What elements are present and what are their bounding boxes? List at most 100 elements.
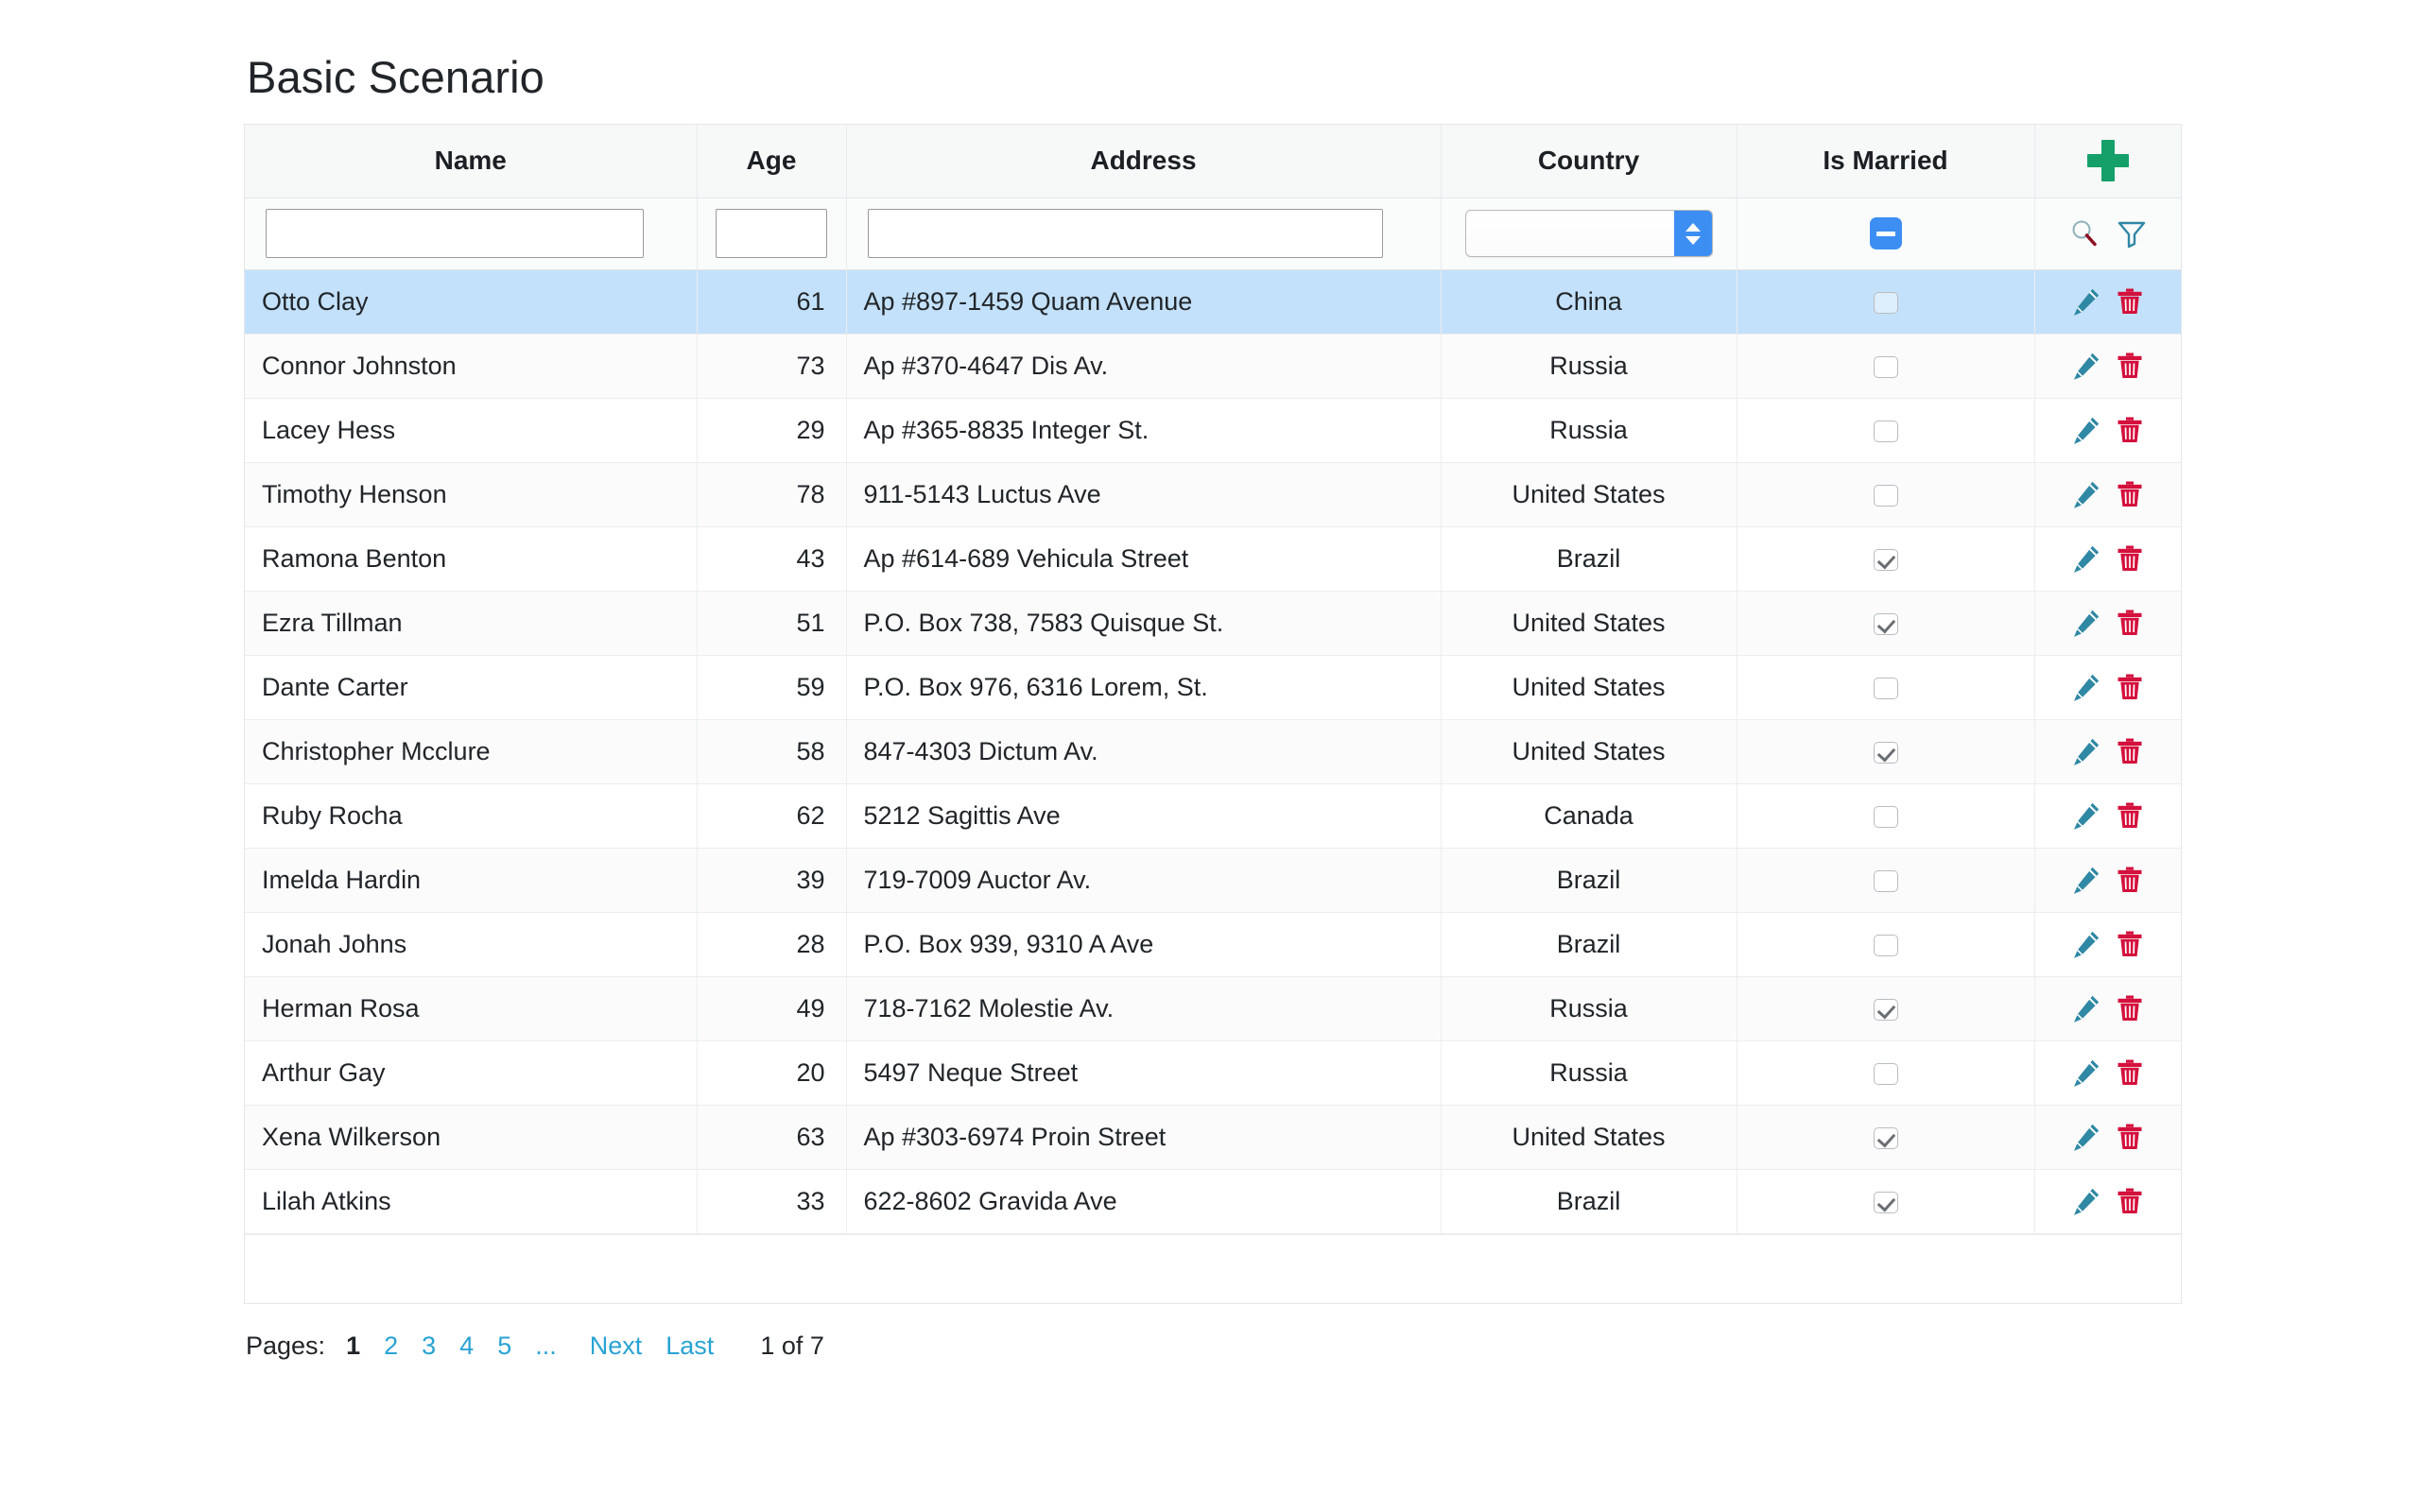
- trash-delete-icon[interactable]: [2115, 351, 2145, 381]
- pencil-edit-icon[interactable]: [2071, 993, 2101, 1023]
- table-row[interactable]: Connor Johnston 73 Ap #370-4647 Dis Av. Rus…: [245, 334, 2181, 399]
- table-row[interactable]: Ezra Tillman 51 P.O. Box 738, 7583 Quisque…: [245, 591, 2181, 656]
- trash-delete-icon[interactable]: [2115, 865, 2145, 895]
- cell-address: Ap #303-6974 Proin Street: [846, 1105, 1442, 1170]
- row-checkbox-is-married[interactable]: [1873, 612, 1898, 635]
- cell-address: 719-7009 Auctor Av.: [846, 848, 1442, 913]
- filter-select-country[interactable]: BrazilCanadaChinaRussiaUnited States: [1464, 210, 1713, 258]
- pencil-edit-icon[interactable]: [2071, 865, 2101, 895]
- cell-country: Brazil: [1441, 526, 1737, 592]
- trash-delete-icon[interactable]: [2115, 800, 2145, 831]
- trash-delete-icon[interactable]: [2115, 1122, 2145, 1152]
- pager-page-5[interactable]: 5: [497, 1332, 511, 1361]
- trash-delete-icon[interactable]: [2115, 1186, 2145, 1216]
- pager-last-button[interactable]: Last: [666, 1332, 714, 1361]
- row-checkbox-is-married[interactable]: [1873, 869, 1898, 892]
- row-checkbox-is-married[interactable]: [1873, 420, 1898, 442]
- row-checkbox-is-married[interactable]: [1873, 998, 1898, 1021]
- column-header-country[interactable]: Country: [1441, 125, 1737, 198]
- trash-delete-icon[interactable]: [2115, 415, 2145, 445]
- cell-address: Ap #897-1459 Quam Avenue: [846, 269, 1442, 335]
- table-row[interactable]: Otto Clay 61 Ap #897-1459 Quam Avenue China: [245, 269, 2181, 335]
- pager-page-1[interactable]: 1: [346, 1332, 360, 1361]
- table-row[interactable]: Xena Wilkerson 63 Ap #303-6974 Proin Stree…: [245, 1105, 2181, 1170]
- row-checkbox-is-married[interactable]: [1873, 548, 1898, 571]
- cell-age: 59: [697, 655, 847, 720]
- table-row[interactable]: Ruby Rocha 62 5212 Sagittis Ave Canada: [245, 783, 2181, 849]
- pencil-edit-icon[interactable]: [2071, 351, 2101, 381]
- cell-country: Canada: [1441, 783, 1737, 849]
- pencil-edit-icon[interactable]: [2071, 479, 2101, 509]
- trash-delete-icon[interactable]: [2115, 929, 2145, 959]
- search-icon[interactable]: [2068, 217, 2100, 249]
- row-checkbox-is-married[interactable]: [1873, 291, 1898, 314]
- table-row[interactable]: Timothy Henson 78 911-5143 Luctus Ave Unite…: [245, 462, 2181, 527]
- row-checkbox-is-married[interactable]: [1873, 355, 1898, 378]
- row-checkbox-is-married[interactable]: [1873, 677, 1898, 699]
- trash-delete-icon[interactable]: [2115, 993, 2145, 1023]
- row-checkbox-is-married[interactable]: [1873, 1126, 1898, 1149]
- trash-delete-icon[interactable]: [2115, 479, 2145, 509]
- pager-ellipsis[interactable]: ...: [535, 1332, 557, 1361]
- pencil-edit-icon[interactable]: [2071, 1186, 2101, 1216]
- trash-delete-icon[interactable]: [2115, 286, 2145, 317]
- trash-delete-icon[interactable]: [2115, 672, 2145, 702]
- cell-actions: [2034, 1040, 2181, 1106]
- column-header-address[interactable]: Address: [846, 125, 1442, 198]
- table-row[interactable]: Herman Rosa 49 718-7162 Molestie Av. Russia: [245, 976, 2181, 1041]
- cell-age: 28: [697, 912, 847, 977]
- pager-page-4[interactable]: 4: [459, 1332, 474, 1361]
- row-actions: [2052, 865, 2165, 895]
- funnel-filter-icon[interactable]: [2116, 217, 2148, 249]
- column-header-married[interactable]: Is Married: [1737, 125, 2035, 198]
- table-row[interactable]: Lacey Hess 29 Ap #365-8835 Integer St. Russ…: [245, 398, 2181, 463]
- pencil-edit-icon[interactable]: [2071, 1057, 2101, 1088]
- pencil-edit-icon[interactable]: [2071, 286, 2101, 317]
- filter-input-name[interactable]: [266, 209, 644, 259]
- cell-actions: [2034, 912, 2181, 977]
- pager-page-2[interactable]: 2: [384, 1332, 398, 1361]
- trash-delete-icon[interactable]: [2115, 543, 2145, 574]
- pencil-edit-icon[interactable]: [2071, 672, 2101, 702]
- pencil-edit-icon[interactable]: [2071, 543, 2101, 574]
- row-checkbox-is-married[interactable]: [1873, 484, 1898, 507]
- table-row[interactable]: Ramona Benton 43 Ap #614-689 Vehicula Stre…: [245, 526, 2181, 592]
- pager-page-3[interactable]: 3: [422, 1332, 436, 1361]
- column-header-name[interactable]: Name: [245, 125, 698, 198]
- pager-next-button[interactable]: Next: [590, 1332, 643, 1361]
- table-row[interactable]: Imelda Hardin 39 719-7009 Auctor Av. Brazil: [245, 848, 2181, 913]
- cell-married: [1737, 398, 2035, 463]
- pencil-edit-icon[interactable]: [2071, 929, 2101, 959]
- filter-input-address[interactable]: [867, 209, 1383, 259]
- table-row[interactable]: Dante Carter 59 P.O. Box 976, 6316 Lorem, …: [245, 655, 2181, 720]
- cell-country: United States: [1441, 591, 1737, 656]
- cell-address: 911-5143 Luctus Ave: [846, 462, 1442, 527]
- filter-action-icons: [2047, 217, 2170, 249]
- trash-delete-icon[interactable]: [2115, 608, 2145, 638]
- table-row[interactable]: Christopher Mcclure 58 847-4303 Dictum Av.…: [245, 719, 2181, 784]
- row-checkbox-is-married[interactable]: [1873, 805, 1898, 828]
- cell-married: [1737, 848, 2035, 913]
- table-row[interactable]: Lilah Atkins 33 622-8602 Gravida Ave Brazil: [245, 1169, 2181, 1234]
- trash-delete-icon[interactable]: [2115, 736, 2145, 766]
- pencil-edit-icon[interactable]: [2071, 608, 2101, 638]
- table-row[interactable]: Arthur Gay 20 5497 Neque Street Russia: [245, 1040, 2181, 1106]
- row-actions: [2052, 479, 2165, 509]
- row-checkbox-is-married[interactable]: [1873, 741, 1898, 764]
- pencil-edit-icon[interactable]: [2071, 415, 2101, 445]
- pencil-edit-icon[interactable]: [2071, 800, 2101, 831]
- grid-empty-filler: [245, 1233, 2181, 1303]
- add-row-plus-icon[interactable]: [2086, 140, 2129, 182]
- trash-delete-icon[interactable]: [2115, 1057, 2145, 1088]
- data-grid-table: Name Age Address Country Is Married Otto…: [245, 125, 2181, 1234]
- filter-input-age[interactable]: [716, 209, 827, 259]
- filter-checkbox-married-indeterminate[interactable]: [1869, 217, 1902, 250]
- row-checkbox-is-married[interactable]: [1873, 934, 1898, 956]
- pencil-edit-icon[interactable]: [2071, 736, 2101, 766]
- table-row[interactable]: Jonah Johns 28 P.O. Box 939, 9310 A Ave Bra…: [245, 912, 2181, 977]
- pencil-edit-icon[interactable]: [2071, 1122, 2101, 1152]
- row-checkbox-is-married[interactable]: [1873, 1062, 1898, 1085]
- column-header-age[interactable]: Age: [697, 125, 847, 198]
- row-checkbox-is-married[interactable]: [1873, 1191, 1898, 1213]
- pager-status: 1 of 7: [760, 1331, 824, 1360]
